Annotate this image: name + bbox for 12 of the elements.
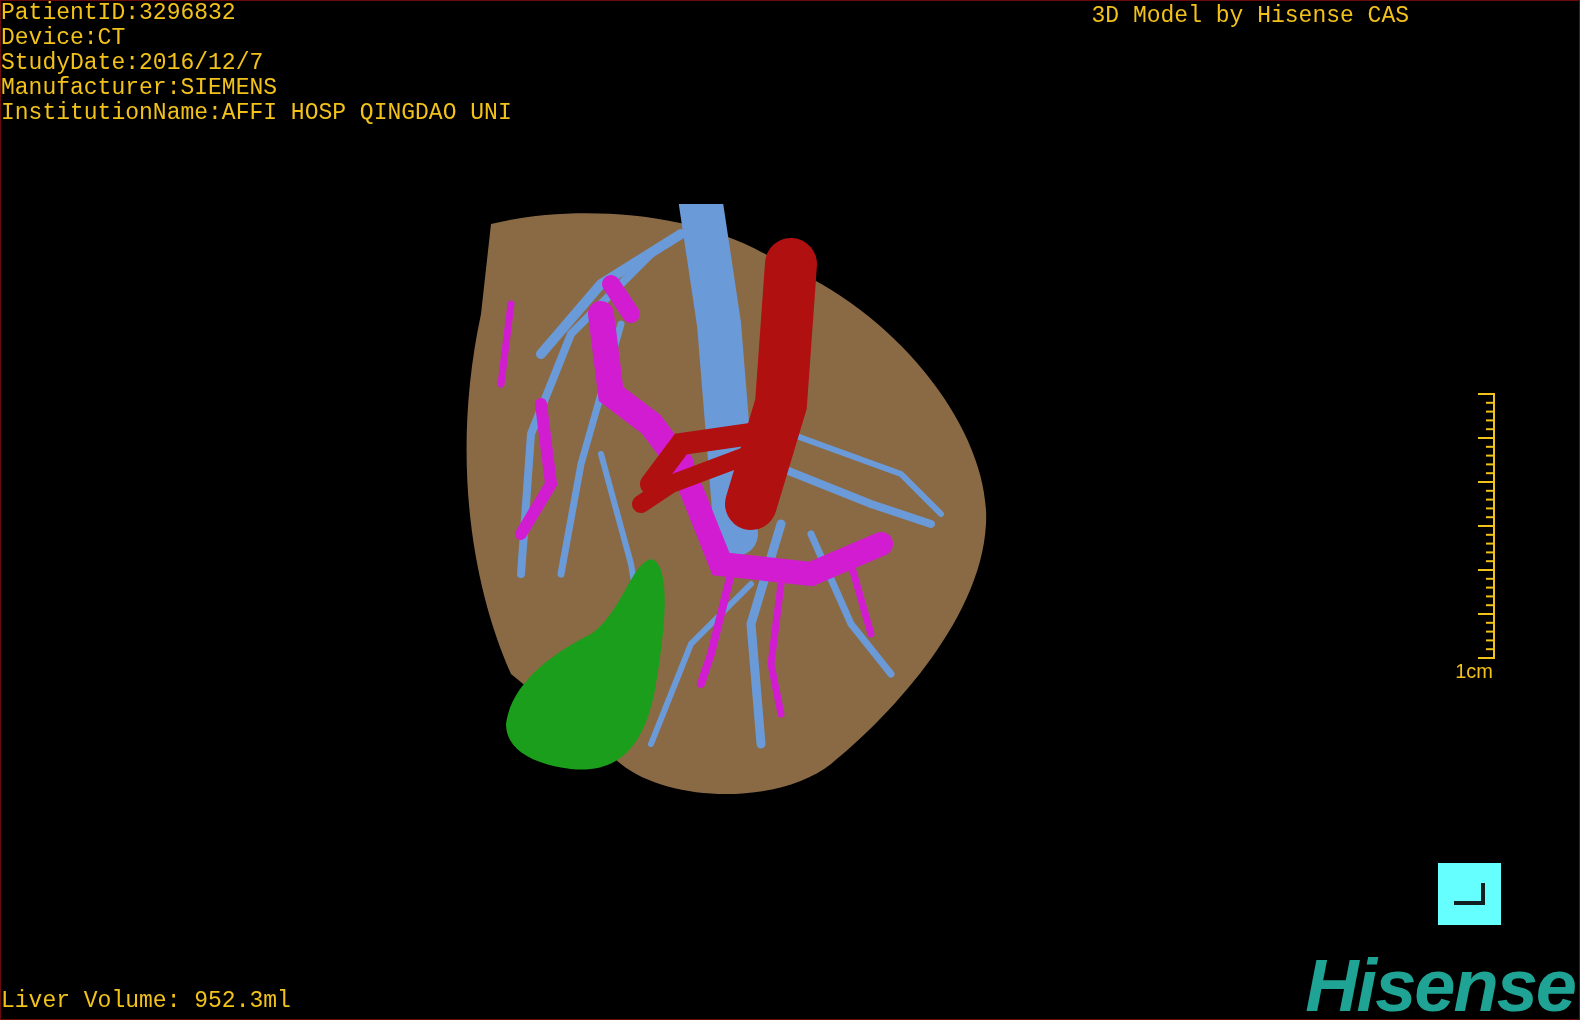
- model-title: 3D Model by Hisense CAS: [1091, 2, 1409, 31]
- patient-info-text: StudyDate:2016/12/7: [1, 51, 265, 76]
- patient-info-text: Manufacturer:SIEMENS: [1, 76, 279, 101]
- patient-info-text: PatientID:3296832: [1, 1, 237, 26]
- brand-logo: Hisense: [1305, 953, 1575, 1019]
- corner-icon: [1453, 883, 1486, 905]
- patient-info-text: InstitutionName:AFFI HOSP QINGDAO UNI: [1, 101, 512, 126]
- liver-volume-text: Liver Volume: 952.3ml: [1, 987, 291, 1015]
- scale-ruler-icon: [1478, 393, 1495, 660]
- corner-button[interactable]: [1438, 863, 1501, 925]
- scale-label: 1cm: [1455, 660, 1493, 682]
- patient-info-text: Device:CT: [1, 26, 127, 51]
